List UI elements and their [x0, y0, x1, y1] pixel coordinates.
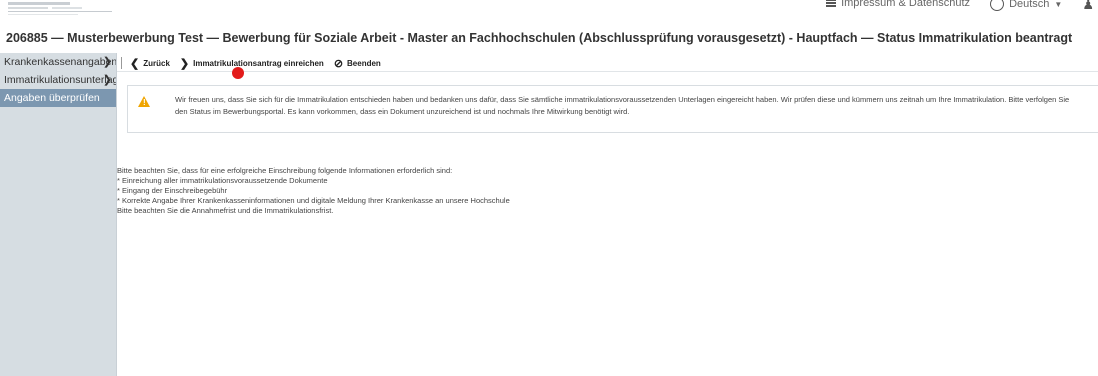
back-button-label: Zurück	[143, 58, 170, 68]
top-bar: Impressum & Datenschutz Deutsch ▼ ♟	[0, 0, 1098, 20]
action-toolbar: ❮ Zurück ❯ Immatrikulationsantrag einrei…	[121, 56, 391, 70]
info-outro: Bitte beachten Sie die Annahmefrist und …	[117, 206, 334, 215]
cancel-icon: ⊘	[333, 57, 344, 70]
top-nav: Impressum & Datenschutz Deutsch ▼ ♟	[826, 0, 1098, 14]
sidebar-item-label: Immatrikulationsunterlagen	[4, 74, 116, 86]
back-button[interactable]: ❮ Zurück	[130, 57, 170, 70]
sidebar-item-label: Krankenkassenangaben	[4, 56, 116, 68]
chevron-right-icon: ❯	[179, 57, 190, 70]
toolbar-divider	[121, 57, 122, 69]
menu-icon	[826, 0, 837, 7]
enrollment-info: Bitte beachten Sie, dass für eine erfolg…	[117, 166, 510, 216]
chevron-right-icon: ❯	[102, 56, 112, 68]
sidebar: Krankenkassenangaben ❯ Immatrikulationsu…	[0, 53, 116, 376]
end-button[interactable]: ⊘ Beenden	[334, 57, 381, 70]
info-bullet: * Korrekte Angabe Ihrer Krankenkasseninf…	[117, 196, 510, 205]
user-icon: ♟	[1082, 0, 1094, 12]
title-bar: 206885 — Musterbewerbung Test — Bewerbun…	[0, 28, 1098, 48]
info-alert: ! Wir freuen uns, dass Sie sich für die …	[127, 85, 1098, 133]
toolbar-divider-line	[117, 71, 1098, 72]
sidebar-item-label: Angaben überprüfen	[4, 92, 100, 104]
user-menu[interactable]: ♟	[1082, 0, 1094, 13]
university-logo[interactable]	[8, 2, 112, 16]
info-bullet: * Eingang der Einschreibegebühr	[117, 186, 228, 195]
alert-text: Wir freuen uns, dass Sie sich für die Im…	[175, 94, 1095, 118]
impressum-label: Impressum & Datenschutz	[841, 0, 971, 9]
submit-enrollment-button[interactable]: ❯ Immatrikulationsantrag einreichen	[180, 57, 324, 70]
click-marker	[232, 67, 244, 79]
alert-line: Wir freuen uns, dass Sie sich für die Im…	[175, 95, 1070, 104]
warning-icon: !	[138, 96, 150, 107]
chevron-right-icon: ❯	[102, 74, 112, 86]
info-bullet: * Einreichung aller immatrikulationsvora…	[117, 176, 328, 185]
globe-icon	[990, 0, 1005, 11]
sidebar-item-immatrikulationsunterlagen[interactable]: Immatrikulationsunterlagen ❯	[0, 71, 116, 89]
alert-line: den Status im Bewerbungsportal. Es kann …	[175, 107, 630, 116]
sidebar-item-angaben-ueberpruefen[interactable]: Angaben überprüfen	[0, 89, 116, 107]
info-intro: Bitte beachten Sie, dass für eine erfolg…	[117, 166, 453, 175]
submit-button-label: Immatrikulationsantrag einreichen	[193, 58, 324, 68]
end-button-label: Beenden	[347, 58, 381, 68]
sidebar-item-krankenkassenangaben[interactable]: Krankenkassenangaben ❯	[0, 53, 116, 71]
impressum-link[interactable]: Impressum & Datenschutz	[826, 0, 970, 9]
language-selector[interactable]: Deutsch ▼	[990, 0, 1062, 11]
chevron-left-icon: ❮	[130, 57, 140, 70]
language-label: Deutsch	[1009, 0, 1050, 10]
chevron-down-icon: ▼	[1054, 0, 1063, 9]
main-content: ❮ Zurück ❯ Immatrikulationsantrag einrei…	[116, 53, 1098, 376]
page-title: 206885 — Musterbewerbung Test — Bewerbun…	[6, 31, 1073, 45]
